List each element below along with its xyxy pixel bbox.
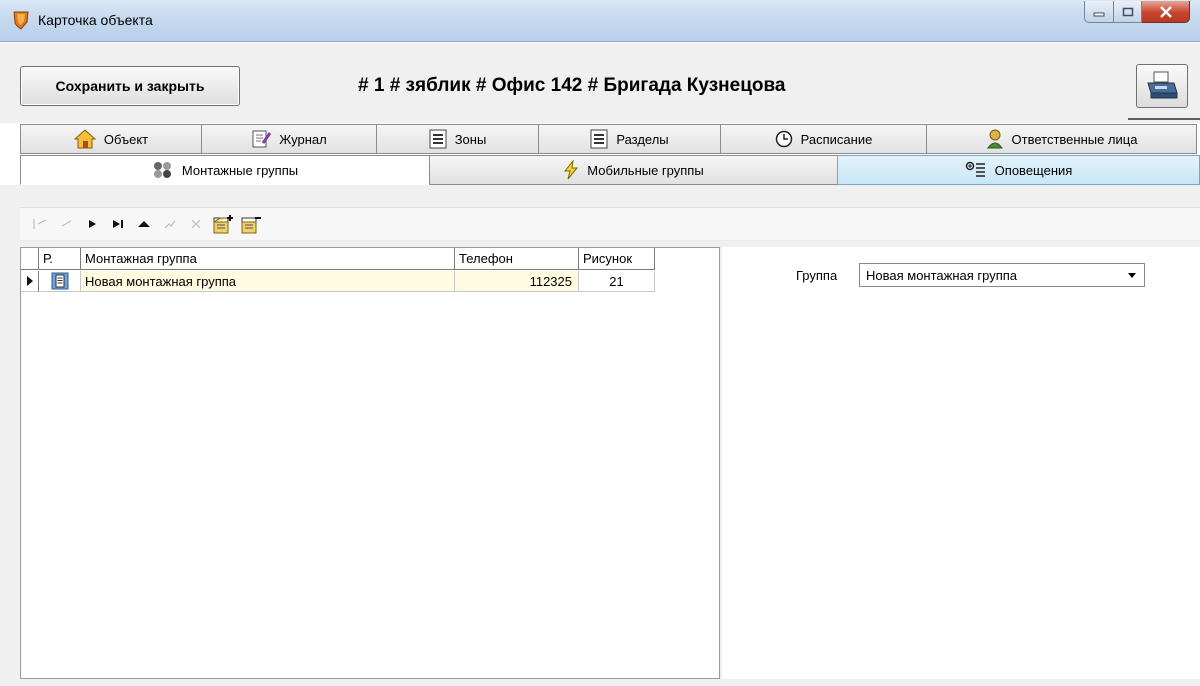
next-icon [89,220,96,228]
column-header-group[interactable]: Монтажная группа [81,248,455,270]
tab-notifications[interactable]: Оповещения [837,155,1200,185]
title-bar[interactable]: Карточка объекта [0,0,1200,42]
tab-sections[interactable]: Разделы [538,124,721,154]
first-record-button[interactable] [28,212,52,236]
group-label: Группа [796,268,838,283]
tab-row-secondary: Монтажные группы Мобильные группы Оповещ… [0,155,1200,185]
shield-icon [12,10,30,30]
tab-label: Монтажные группы [181,162,299,178]
insert-record-button[interactable] [132,212,156,236]
column-header-r[interactable]: Р. [39,248,81,270]
navigator-toolbar [20,207,1200,241]
prior-record-button[interactable] [54,212,78,236]
tab-mobile-groups[interactable]: Мобильные группы [429,155,838,185]
row-indicator [21,271,39,292]
tab-label: Мобильные группы [587,162,704,178]
group-select[interactable]: Новая монтажная группа [859,263,1145,287]
tab-zones[interactable]: Зоны [376,124,539,154]
delete-record-icon [241,217,261,234]
tab-schedule[interactable]: Расписание [720,124,927,154]
prior-icon [61,220,72,227]
journal-icon [251,129,272,149]
tab-label: Ответственные лица [1011,131,1138,147]
chevron-down-icon[interactable] [1128,273,1136,278]
indicator-header [21,248,39,270]
maximize-button[interactable] [1114,1,1142,23]
minimize-button[interactable] [1084,1,1114,23]
save-and-close-button[interactable]: Сохранить и закрыть [20,66,240,106]
current-row-icon [26,276,33,286]
tab-label: Зоны [454,131,487,147]
edit-record-button[interactable] [158,212,182,236]
tab-label: Журнал [279,131,327,147]
print-button[interactable] [1136,64,1188,108]
column-header-phone[interactable]: Телефон [455,248,579,270]
minimize-icon [1093,12,1105,16]
first-icon [33,219,47,229]
group-select-value: Новая монтажная группа [866,267,1018,283]
edit-icon [164,220,176,229]
delete-record-button[interactable] [238,212,264,236]
close-icon [1159,5,1172,18]
close-button[interactable] [1142,1,1190,23]
tab-label: Оповещения [994,162,1073,178]
last-record-button[interactable] [106,212,130,236]
object-title: # 1 # зяблик # Офис 142 # Бригада Кузнец… [358,75,786,96]
insert-icon [138,221,150,227]
house-icon [73,129,96,149]
divider [1128,118,1200,120]
grid-header: Р. Монтажная группа Телефон Рисунок [21,248,655,270]
picture-cell[interactable]: 21 [579,271,655,292]
last-icon [113,220,123,228]
record-icon [51,272,68,290]
tab-object[interactable]: Объект [20,124,202,154]
window-title: Карточка объекта [38,12,153,28]
group-details-panel: Группа Новая монтажная группа [722,247,1200,679]
phone-cell[interactable]: 112325 [455,271,579,292]
install-groups-icon [152,160,174,180]
maximize-icon [1122,7,1133,16]
window-controls [1084,1,1190,23]
tab-responsible-persons[interactable]: Ответственные лица [926,124,1197,154]
content-area: Р. Монтажная группа Телефон Рисунок Нова… [0,185,1200,686]
installation-groups-grid[interactable]: Р. Монтажная группа Телефон Рисунок Нова… [20,247,720,679]
printer-icon [1147,71,1178,99]
group-name-cell[interactable]: Новая монтажная группа [81,271,455,292]
clock-icon [775,130,793,148]
tab-label: Объект [103,131,149,147]
tab-row-primary: Объект Журнал Зоны Разделы Расписание От… [0,124,1200,154]
list-icon [590,129,608,149]
notification-icon [965,161,987,179]
column-header-picture[interactable]: Рисунок [579,248,655,270]
row-type-cell [39,271,81,292]
table-row[interactable]: Новая монтажная группа 112325 21 [21,271,655,292]
list-icon [429,129,447,149]
lightning-icon [563,160,579,180]
cancel-icon [191,219,201,229]
tab-label: Разделы [616,131,669,147]
next-record-button[interactable] [80,212,104,236]
tab-label: Расписание [800,131,873,147]
tab-installation-groups[interactable]: Монтажные группы [20,155,430,185]
person-icon [986,129,1004,149]
add-record-button[interactable] [210,212,236,236]
tab-journal[interactable]: Журнал [201,124,377,154]
cancel-edit-button[interactable] [184,212,208,236]
add-record-icon [213,215,233,234]
header: Сохранить и закрыть # 1 # зяблик # Офис … [0,43,1200,123]
